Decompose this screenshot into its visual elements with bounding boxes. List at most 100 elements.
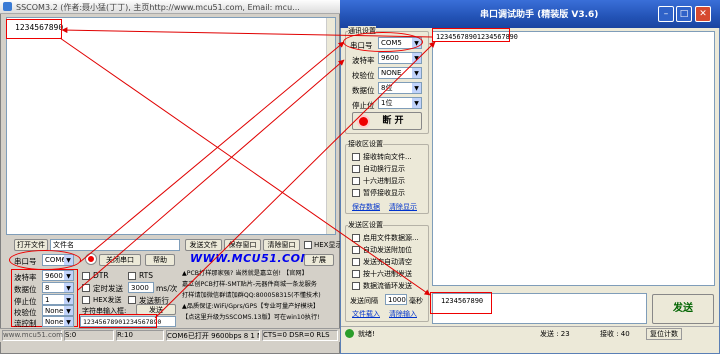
expand-button[interactable]: 扩展 bbox=[304, 254, 334, 266]
chevron-down-icon: ▼ bbox=[64, 283, 73, 292]
loop-send-checkbox[interactable] bbox=[352, 282, 360, 290]
minimize-icon[interactable]: – bbox=[658, 6, 674, 22]
save-data-link[interactable]: 保存数据 bbox=[352, 202, 380, 212]
chevron-down-icon: ▼ bbox=[64, 295, 73, 304]
receive-option-label: 十六进制显示 bbox=[363, 177, 405, 185]
rts-checkbox[interactable] bbox=[128, 272, 136, 280]
databits-select[interactable]: 8位 ▼ bbox=[378, 82, 422, 94]
send-option-label: 发送完自动清空 bbox=[363, 258, 412, 266]
send-option-label: 启用文件数据源... bbox=[363, 234, 419, 242]
auto-newline-checkbox[interactable] bbox=[352, 165, 360, 173]
ad-line[interactable]: ▲PCB打样那家强? 当然就是嘉立创! 【官网】 bbox=[182, 268, 336, 279]
chevron-down-icon: ▼ bbox=[412, 53, 421, 63]
status-ready: 就绪! bbox=[358, 330, 375, 338]
vertical-scrollbar[interactable] bbox=[326, 18, 335, 234]
annotation-oval-port bbox=[343, 32, 423, 52]
rts-label: RTS bbox=[139, 271, 154, 280]
save-window-button[interactable]: 保存窗口 bbox=[224, 239, 261, 251]
port-status-indicator bbox=[86, 254, 96, 264]
send-option-label: 按十六进制发送 bbox=[363, 270, 412, 278]
status-sent-count: 发送 : 23 bbox=[540, 330, 570, 338]
open-close-port-button[interactable]: 断 开 bbox=[352, 112, 422, 130]
setting-label-stopbits: 停止位 bbox=[14, 297, 37, 306]
receive-display[interactable]: 12345678901234567890 bbox=[432, 31, 715, 286]
flow-select[interactable]: None ▼ bbox=[42, 316, 74, 327]
ad-line[interactable]: ▲品质保证:WiFi/Gprs/GPS【专业可量产好模块】 bbox=[182, 301, 336, 312]
mcu51-url[interactable]: WWW.MCU51.COM bbox=[190, 252, 312, 265]
ready-icon bbox=[345, 329, 354, 338]
chevron-down-icon: ▼ bbox=[412, 98, 421, 108]
chevron-down-icon: ▼ bbox=[412, 68, 421, 78]
send-settings-title: 发送区设置 bbox=[348, 220, 383, 230]
chevron-down-icon: ▼ bbox=[64, 317, 73, 326]
annotation-box-send bbox=[79, 314, 157, 328]
file-source-checkbox[interactable] bbox=[352, 234, 360, 242]
setting-label-parity: 校验位 bbox=[352, 71, 375, 80]
chevron-down-icon: ▼ bbox=[64, 271, 73, 280]
annotation-box-send bbox=[430, 292, 492, 314]
hex-send-checkbox[interactable] bbox=[352, 270, 360, 278]
receive-settings-title: 接收区设置 bbox=[348, 139, 383, 149]
pause-receive-checkbox[interactable] bbox=[352, 189, 360, 197]
close-icon[interactable]: ✕ bbox=[695, 6, 711, 22]
chevron-down-icon: ▼ bbox=[64, 306, 73, 315]
receive-option-label: 接收转向文件... bbox=[363, 153, 412, 161]
serial-assistant-title-bar[interactable]: 串口调试助手 (精装版 V3.6) – □ ✕ bbox=[340, 0, 720, 28]
hex-display-checkbox[interactable] bbox=[304, 241, 312, 249]
status-received-count: 接收 : 40 bbox=[600, 330, 630, 338]
ad-line[interactable]: 嘉立创PCB打样-SMT贴片-元器件商城一条龙服务 bbox=[182, 279, 336, 290]
maximize-icon[interactable]: □ bbox=[676, 6, 692, 22]
file-name-input[interactable]: 文件名 bbox=[50, 239, 180, 251]
databits-select[interactable]: 8 ▼ bbox=[42, 282, 74, 293]
help-button[interactable]: 帮助 bbox=[145, 254, 175, 266]
close-port-button[interactable]: 关闭串口 bbox=[99, 254, 141, 266]
setting-label-baud: 波特率 bbox=[14, 273, 37, 282]
stopbits-select[interactable]: 1 ▼ bbox=[42, 294, 74, 305]
status-received: R:10 bbox=[116, 330, 164, 341]
annotation-box-receive bbox=[6, 19, 62, 39]
send-interval-unit: 毫秒 bbox=[409, 297, 423, 305]
send-button[interactable]: 发送 bbox=[652, 294, 714, 324]
clear-input-link[interactable]: 清除输入 bbox=[389, 309, 417, 319]
chevron-down-icon: ▼ bbox=[412, 83, 421, 93]
append-bits-checkbox[interactable] bbox=[352, 246, 360, 254]
receive-area[interactable]: 1234567890 bbox=[6, 17, 336, 235]
status-site: www.mcu51.com bbox=[2, 330, 63, 341]
setting-label-databits: 数据位 bbox=[14, 285, 37, 294]
timed-send-checkbox[interactable] bbox=[82, 284, 90, 292]
dtr-label: DTR bbox=[93, 271, 109, 280]
window-title: SSCOM3.2 (作者:聂小猛(丁丁), 主页http://www.mcu51… bbox=[16, 3, 300, 12]
window-title: 串口调试助手 (精装版 V3.6) bbox=[480, 10, 599, 20]
timed-send-label: 定时发送 bbox=[93, 284, 123, 293]
clear-window-button[interactable]: 清除窗口 bbox=[263, 239, 300, 251]
hex-send-label: HEX发送 bbox=[93, 296, 122, 304]
clear-display-link[interactable]: 清除显示 bbox=[389, 202, 417, 212]
dtr-checkbox[interactable] bbox=[82, 272, 90, 280]
send-option-label: 数据流循环发送 bbox=[363, 282, 412, 290]
ad-line[interactable]: 【点这里升级为SSCOM5.13版】可在win10执行! bbox=[182, 312, 336, 323]
send-interval-input[interactable]: 3000 bbox=[128, 282, 154, 293]
send-newline-checkbox[interactable] bbox=[128, 296, 136, 304]
receive-to-file-checkbox[interactable] bbox=[352, 153, 360, 161]
send-interval-input[interactable]: 1000 bbox=[385, 294, 407, 305]
app-icon bbox=[3, 2, 12, 11]
sscom-title-bar[interactable]: SSCOM3.2 (作者:聂小猛(丁丁), 主页http://www.mcu51… bbox=[0, 0, 340, 14]
stopbits-select[interactable]: 1位 ▼ bbox=[378, 97, 422, 109]
send-option-label: 自动发送附加位 bbox=[363, 246, 412, 254]
reset-count-button[interactable]: 复位计数 bbox=[646, 328, 682, 340]
baud-select[interactable]: 9600 ▼ bbox=[42, 270, 74, 281]
send-interval-label: 发送间隔 bbox=[350, 297, 378, 305]
send-file-button[interactable]: 发送文件 bbox=[185, 239, 222, 251]
hex-display-checkbox[interactable] bbox=[352, 177, 360, 185]
hex-display-label: HEX显示 bbox=[314, 241, 343, 249]
baud-select[interactable]: 9600 ▼ bbox=[378, 52, 422, 64]
parity-select[interactable]: None ▼ bbox=[42, 305, 74, 316]
parity-select[interactable]: NONE ▼ bbox=[378, 67, 422, 79]
hex-send-checkbox[interactable] bbox=[82, 296, 90, 304]
auto-clear-checkbox[interactable] bbox=[352, 258, 360, 266]
receive-option-label: 暂停接收显示 bbox=[363, 189, 405, 197]
receive-option-label: 自动换行显示 bbox=[363, 165, 405, 173]
ad-line[interactable]: 打样请加微信群请加群QQ:800058315(不懂技术) bbox=[182, 290, 336, 301]
file-load-link[interactable]: 文件载入 bbox=[352, 309, 380, 319]
interval-unit: ms/次 bbox=[156, 284, 178, 293]
